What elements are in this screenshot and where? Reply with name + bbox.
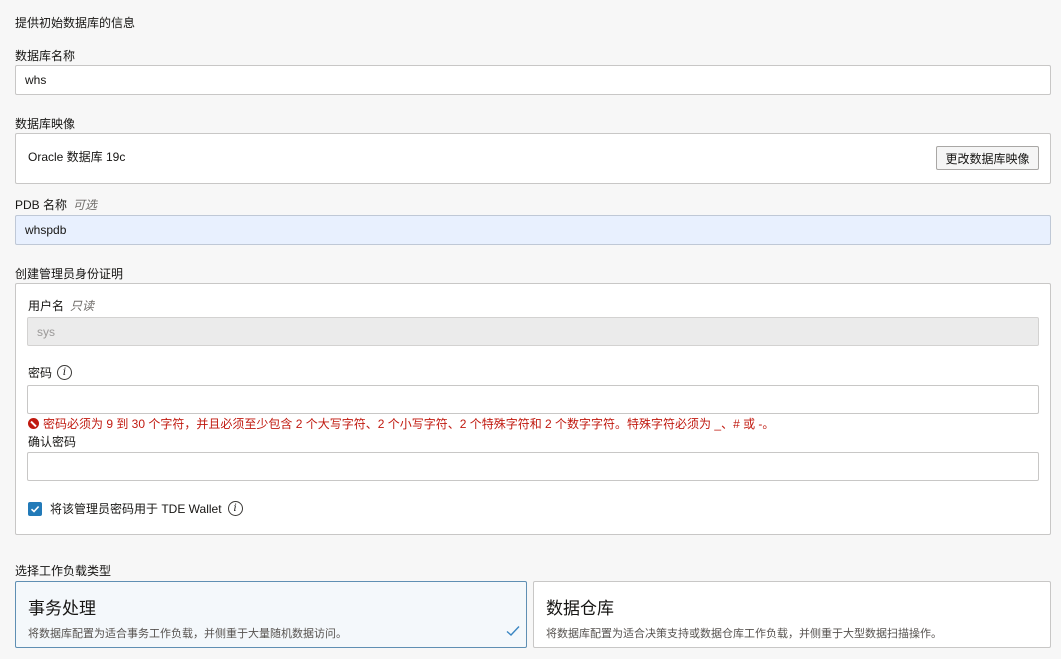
workload-card-transaction[interactable]: 事务处理 将数据库配置为适合事务工作负载，并侧重于大量随机数据访问。 [15, 581, 527, 648]
username-readonly-hint: 只读 [70, 299, 95, 313]
db-name-input[interactable]: whs [15, 65, 1051, 95]
db-image-value: Oracle 数据库 19c [28, 150, 126, 164]
username-label-text: 用户名 [28, 299, 65, 313]
checkmark-icon [30, 505, 40, 513]
tde-info-icon[interactable]: i [227, 501, 243, 516]
tde-checkbox[interactable] [28, 501, 42, 516]
pdb-name-value: whspdb [25, 223, 67, 237]
db-name-value: whs [25, 73, 47, 87]
password-label-text: 密码 [28, 366, 53, 380]
username-label: 用户名 只读 [28, 297, 94, 314]
password-error: 密码必须为 9 到 30 个字符，并且必须至少包含 2 个大写字符、2 个小写字… [28, 415, 774, 432]
workload-label: 选择工作负载类型 [15, 564, 112, 578]
workload-card-desc: 将数据库配置为适合事务工作负载，并侧重于大量随机数据访问。 [28, 628, 347, 640]
error-icon [28, 418, 39, 429]
pdb-optional-hint: 可选 [73, 198, 98, 212]
password-error-text: 密码必须为 9 到 30 个字符，并且必须至少包含 2 个大写字符、2 个小写字… [43, 417, 775, 431]
username-value: sys [37, 324, 55, 339]
section-title: 提供初始数据库的信息 [15, 16, 136, 30]
db-image-label: 数据库映像 [15, 117, 76, 131]
pdb-name-label: PDB 名称 可选 [15, 196, 97, 213]
workload-card-title: 数据仓库 [546, 599, 614, 618]
selected-check-icon [506, 626, 520, 636]
pdb-name-label-text: PDB 名称 [15, 198, 68, 212]
username-input: sys [27, 317, 1039, 346]
db-name-label: 数据库名称 [15, 49, 76, 63]
confirm-password-label: 确认密码 [28, 435, 77, 449]
workload-card-warehouse[interactable]: 数据仓库 将数据库配置为适合决策支持或数据仓库工作负载，并侧重于大型数据扫描操作… [533, 581, 1051, 648]
workload-card-title: 事务处理 [28, 599, 96, 618]
password-label: 密码 i [28, 364, 73, 381]
admin-credentials-label: 创建管理员身份证明 [15, 267, 124, 281]
workload-card-desc: 将数据库配置为适合决策支持或数据仓库工作负载，并侧重于大型数据扫描操作。 [546, 628, 942, 640]
confirm-password-input[interactable] [27, 452, 1039, 481]
pdb-name-input[interactable]: whspdb [15, 215, 1051, 245]
password-input[interactable] [27, 385, 1039, 414]
password-info-icon[interactable]: i [57, 365, 73, 380]
tde-checkbox-label: 将该管理员密码用于 TDE Wallet [50, 502, 222, 516]
change-db-image-button[interactable]: 更改数据库映像 [936, 146, 1039, 170]
admin-credentials-panel: 用户名 只读 sys 密码 i 密码必须为 9 到 30 个字符，并且必须至少包含… [15, 283, 1051, 535]
db-image-panel: Oracle 数据库 19c 更改数据库映像 [15, 133, 1051, 184]
tde-wallet-option[interactable]: 将该管理员密码用于 TDE Wallet i [28, 500, 243, 517]
